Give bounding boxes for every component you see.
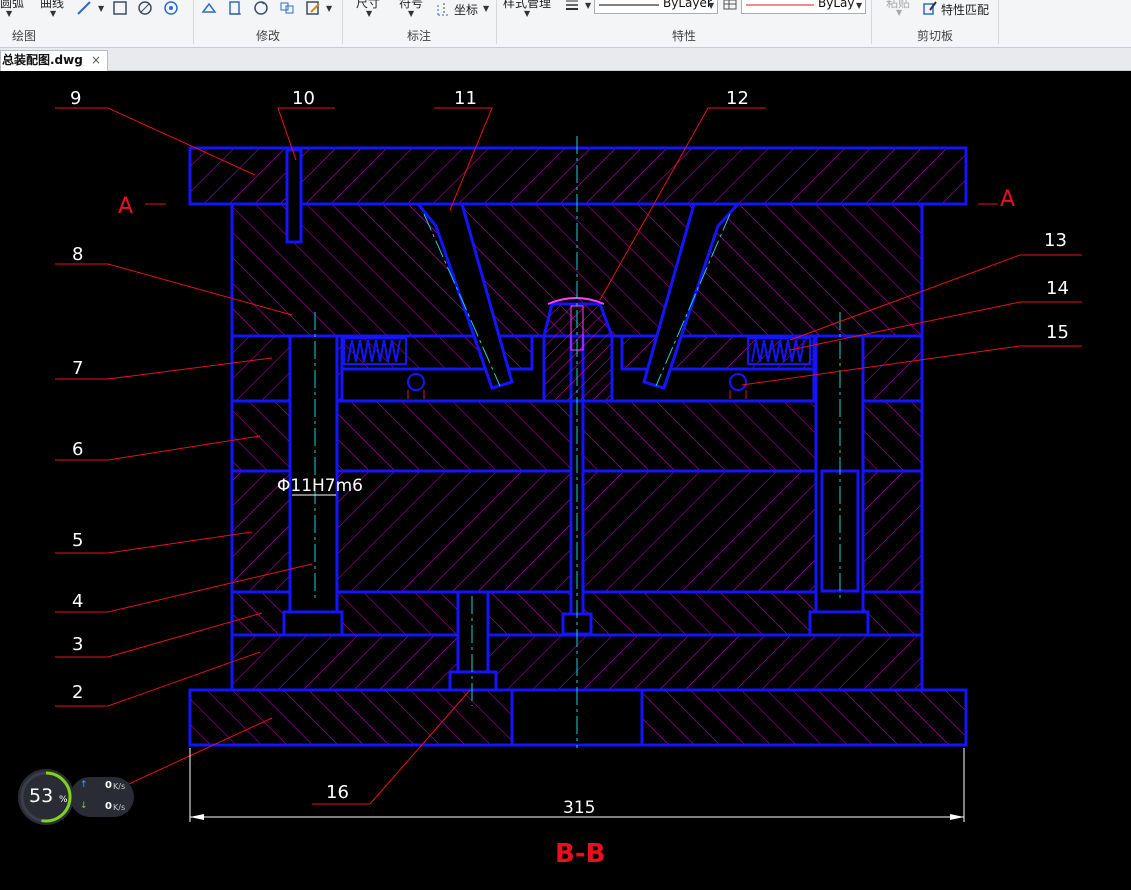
download-arrow-icon: ↓ — [80, 801, 88, 811]
callout-label: 2 — [72, 682, 83, 703]
upload-rate-value: 0 — [105, 780, 112, 791]
guide-pillar-right-head — [808, 610, 870, 637]
top-clamp-plate — [188, 146, 968, 206]
callout-label: 9 — [70, 88, 81, 109]
document-tab-label: 总装配图.dwg — [2, 53, 83, 67]
symbol-dropdown-icon[interactable]: ▼ — [408, 9, 414, 18]
screw-10 — [285, 148, 303, 244]
callout-label: 8 — [72, 244, 83, 265]
arc-dropdown-icon[interactable]: ▼ — [6, 9, 12, 18]
color-preview — [746, 4, 814, 6]
callout-label: 13 — [1044, 230, 1067, 251]
guide-pillar-left-head — [282, 610, 344, 637]
overall-width-dim-text: 315 — [563, 798, 595, 818]
guide-pillar-left — [288, 334, 339, 614]
group-separator — [871, 0, 872, 44]
line-dropdown-icon[interactable]: ▼ — [98, 4, 104, 13]
rectangle-tool-icon[interactable] — [112, 0, 128, 16]
group-separator — [193, 0, 194, 44]
edit-dropdown-icon[interactable]: ▼ — [326, 4, 332, 13]
download-rate-value: 0 — [105, 801, 112, 812]
match-properties-icon[interactable] — [922, 0, 938, 16]
copy-tool-icon[interactable] — [227, 0, 243, 16]
close-tab-icon[interactable]: × — [91, 51, 101, 70]
section-mark-left: A — [118, 194, 133, 219]
group-label-draw: 绘图 — [12, 29, 37, 43]
move-tool-icon[interactable] — [201, 0, 217, 16]
boundary-tool-icon[interactable] — [163, 0, 179, 16]
section-mark-right: A — [1000, 187, 1015, 212]
callout-label: 11 — [454, 88, 477, 109]
linetype-dropdown-icon[interactable]: ▼ — [708, 1, 714, 10]
curve-dropdown-icon[interactable]: ▼ — [50, 9, 56, 18]
array-tool-icon[interactable] — [279, 0, 295, 16]
lineweight-dropdown-icon[interactable]: ▼ — [585, 1, 591, 10]
group-label-modify: 修改 — [256, 29, 281, 43]
callout-label: 16 — [326, 782, 349, 803]
hatch-tool-icon[interactable] — [137, 0, 153, 16]
callout-label: 14 — [1046, 278, 1069, 299]
coordinate-dropdown-icon[interactable]: ▼ — [483, 4, 489, 13]
coordinate-tool-button[interactable]: 坐标 — [454, 1, 478, 18]
limit-pin-head — [448, 670, 498, 692]
callout-label: 12 — [726, 88, 749, 109]
group-label-annotate: 标注 — [407, 29, 432, 43]
style-manager-dropdown-icon[interactable]: ▼ — [524, 9, 530, 18]
performance-widget[interactable]: 53 % ↑ 0 K/s ↓ 0 K/s — [18, 769, 138, 825]
cpu-percent: 53 — [29, 785, 54, 807]
edit-tool-icon[interactable] — [305, 0, 321, 16]
document-tab[interactable]: 总装配图.dwg × — [0, 50, 108, 71]
upload-rate-unit: K/s — [113, 782, 126, 791]
lineweight-icon[interactable] — [564, 0, 580, 14]
group-separator — [496, 0, 497, 44]
group-separator — [342, 0, 343, 44]
linetype-select[interactable]: ByLayer ▼ — [594, 0, 718, 14]
coordinate-icon[interactable] — [436, 1, 452, 17]
drawing-canvas[interactable]: 9 10 11 12 8 13 14 15 7 6 5 4 3 2 16 A A… — [0, 70, 1131, 890]
transparency-icon[interactable] — [722, 0, 738, 14]
document-tab-bar: 总装配图.dwg × — [0, 48, 1131, 71]
callout-label: 6 — [72, 439, 83, 460]
group-label-properties: 特性 — [672, 29, 697, 43]
group-label-clipboard: 剪切板 — [917, 29, 954, 43]
linetype-preview — [599, 4, 659, 6]
color-dropdown-icon[interactable]: ▼ — [856, 1, 862, 10]
fit-annotation: Φ11H7m6 — [277, 476, 363, 496]
group-separator — [998, 0, 999, 44]
color-value: ByLay — [818, 0, 855, 10]
upload-arrow-icon: ↑ — [80, 780, 88, 790]
dimension-dropdown-icon[interactable]: ▼ — [366, 9, 372, 18]
color-select[interactable]: ByLay ▼ — [741, 0, 866, 14]
callout-label: 7 — [72, 358, 83, 379]
callout-label: 4 — [72, 591, 83, 612]
line-tool-icon[interactable] — [76, 0, 92, 16]
callout-label: 15 — [1046, 322, 1069, 343]
section-title: B-B — [555, 839, 605, 869]
mold-assembly-section — [188, 146, 968, 747]
limit-pin — [456, 590, 490, 674]
callout-label: 10 — [292, 88, 315, 109]
download-rate-unit: K/s — [113, 803, 126, 812]
callout-label: 5 — [72, 530, 83, 551]
paste-dropdown-icon[interactable]: ▼ — [896, 8, 902, 17]
cpu-percent-sign: % — [59, 795, 68, 805]
ribbon-toolbar: 圆弧 ▼ 曲线 ▼ ▼ 绘图 ▼ 修改 尺寸 ▼ 符号 ▼ 坐标 ▼ 标注 样式… — [0, 0, 1131, 48]
linetype-value: ByLayer — [663, 0, 712, 10]
rotate-tool-icon[interactable] — [253, 0, 269, 16]
callout-label: 3 — [72, 634, 83, 655]
match-properties-button[interactable]: 特性匹配 — [941, 1, 989, 18]
